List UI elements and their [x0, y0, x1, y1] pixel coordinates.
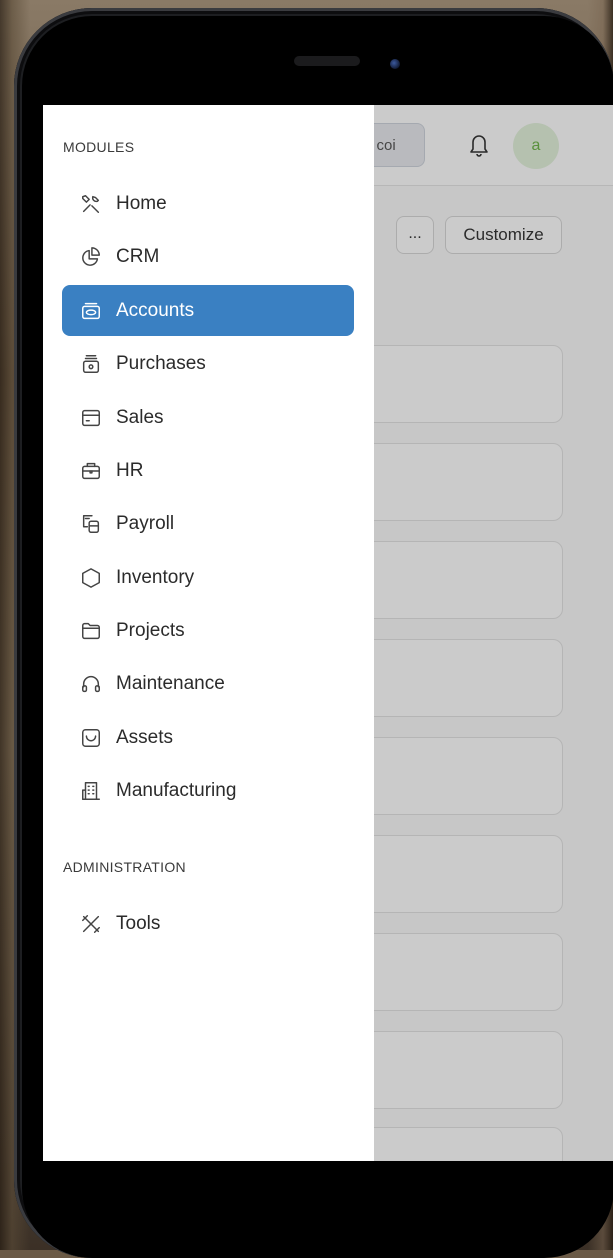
- navigation-drawer: MODULES Home CRM Accounts Purchases Sale…: [43, 105, 374, 1161]
- building-icon: [80, 780, 102, 802]
- nav-item-inventory[interactable]: Inventory: [62, 552, 354, 603]
- tools-icon: [80, 193, 102, 215]
- nav-item-label: Sales: [116, 406, 164, 428]
- nav-item-label: Purchases: [116, 352, 206, 374]
- hexagon-icon: [80, 567, 102, 589]
- nav-item-maintenance[interactable]: Maintenance: [62, 658, 354, 709]
- nav-item-hr[interactable]: HR: [62, 445, 354, 496]
- phone-screen: a coi a ... Customize MODULES Home CRM A…: [43, 105, 613, 1161]
- modules-heading: MODULES: [63, 139, 135, 155]
- folder-icon: [80, 620, 102, 642]
- nav-item-label: Manufacturing: [116, 779, 237, 801]
- pie-chart-icon: [80, 246, 102, 268]
- nav-item-label: Tools: [116, 912, 161, 934]
- nav-item-label: Projects: [116, 619, 185, 641]
- nav-item-manufacturing[interactable]: Manufacturing: [62, 765, 354, 816]
- nav-item-home[interactable]: Home: [62, 178, 354, 229]
- nav-item-tools[interactable]: Tools: [62, 898, 354, 949]
- nav-item-label: HR: [116, 459, 144, 481]
- nav-item-payroll[interactable]: Payroll: [62, 498, 354, 549]
- wallet-icon: [80, 300, 102, 322]
- nav-item-projects[interactable]: Projects: [62, 605, 354, 656]
- money-icon: [80, 513, 102, 535]
- nav-item-sales[interactable]: Sales: [62, 392, 354, 443]
- nav-item-assets[interactable]: Assets: [62, 712, 354, 763]
- cash-register-icon: [80, 353, 102, 375]
- front-camera: [390, 59, 400, 69]
- administration-heading: ADMINISTRATION: [63, 859, 186, 875]
- nav-item-accounts[interactable]: Accounts: [62, 285, 354, 336]
- card-icon: [80, 407, 102, 429]
- nav-item-label: Payroll: [116, 512, 175, 534]
- nav-item-label: Home: [116, 192, 167, 214]
- earpiece-speaker: [294, 56, 360, 66]
- nav-item-label: Accounts: [116, 299, 195, 321]
- nav-item-purchases[interactable]: Purchases: [62, 338, 354, 389]
- box-icon: [80, 727, 102, 749]
- nav-item-label: Inventory: [116, 566, 195, 588]
- tools-icon: [80, 913, 102, 935]
- briefcase-icon: [80, 460, 102, 482]
- nav-item-label: CRM: [116, 245, 160, 267]
- nav-item-label: Maintenance: [116, 672, 225, 694]
- nav-item-label: Assets: [116, 726, 174, 748]
- nav-item-crm[interactable]: CRM: [62, 231, 354, 282]
- headset-icon: [80, 673, 102, 695]
